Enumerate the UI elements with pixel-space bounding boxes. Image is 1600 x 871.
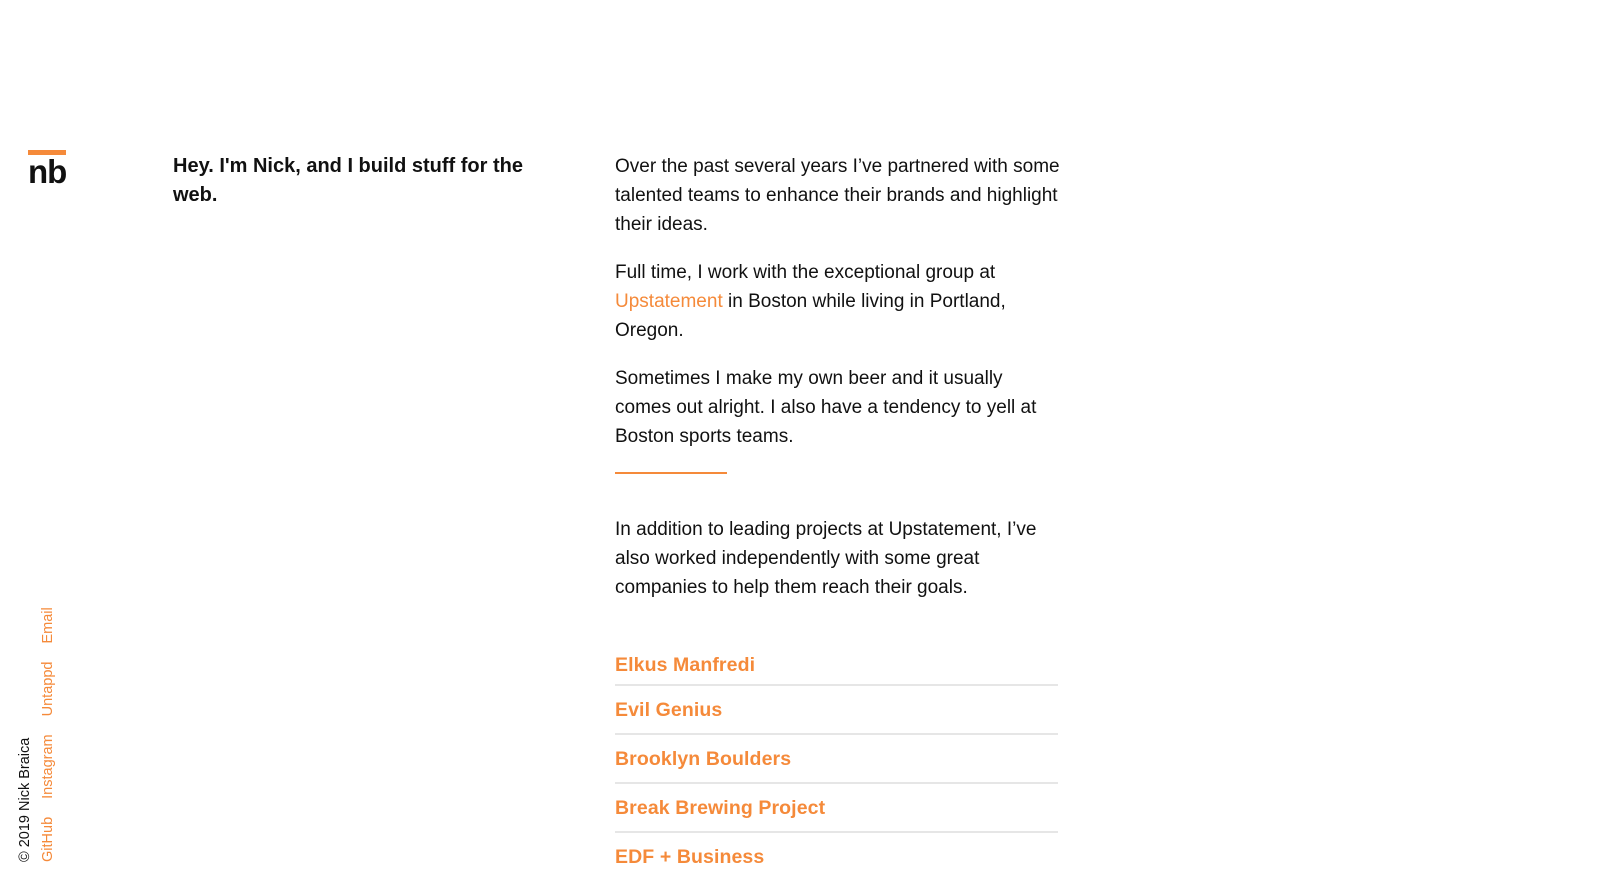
client-list-item: EDF + Business [615,835,1058,871]
instagram-link[interactable]: Instagram [40,734,56,798]
client-list-item: Break Brewing Project [615,786,1058,833]
client-list-item: Brooklyn Boulders [615,737,1058,784]
bio-paragraph-2-before: Full time, I work with the exceptional g… [615,262,996,283]
untappd-link[interactable]: Untappd [40,662,56,717]
upstatement-link[interactable]: Upstatement [615,291,723,312]
email-link[interactable]: Email [40,607,56,643]
bio-paragraph-3: Sometimes I make my own beer and it usua… [615,368,1037,447]
client-link-edf-business[interactable]: EDF + Business [615,835,1058,871]
client-list-item: Evil Genius [615,688,1058,735]
freelance-paragraph: In addition to leading projects at Upsta… [615,519,1037,598]
copyright-text: © 2019 Nick Braica [17,737,33,862]
bio-paragraph-2: Full time, I work with the exceptional g… [615,258,1060,345]
main-content: Over the past several years I’ve partner… [615,152,1060,871]
bio-paragraph-1: Over the past several years I’ve partner… [615,156,1060,235]
client-list-item: Elkus Manfredi [615,652,1058,686]
intro-heading: Hey. I'm Nick, and I build stuff for the… [173,155,523,206]
client-link-break-brewing-project[interactable]: Break Brewing Project [615,786,1058,830]
page: nb © 2019 Nick Braica GitHub Instagram Unt… [0,0,1600,871]
social-links: GitHub Instagram Untappd Email [38,589,58,862]
client-link-elkus-manfredi[interactable]: Elkus Manfredi [615,652,1058,678]
section-divider [615,472,727,474]
client-link-brooklyn-boulders[interactable]: Brooklyn Boulders [615,737,1058,781]
client-link-evil-genius[interactable]: Evil Genius [615,688,1058,732]
logo-home-link[interactable]: nb [28,150,68,190]
logo-text: nb [28,153,67,190]
client-list: Elkus Manfredi Evil Genius Brooklyn Boul… [615,652,1058,871]
github-link[interactable]: GitHub [40,817,56,862]
